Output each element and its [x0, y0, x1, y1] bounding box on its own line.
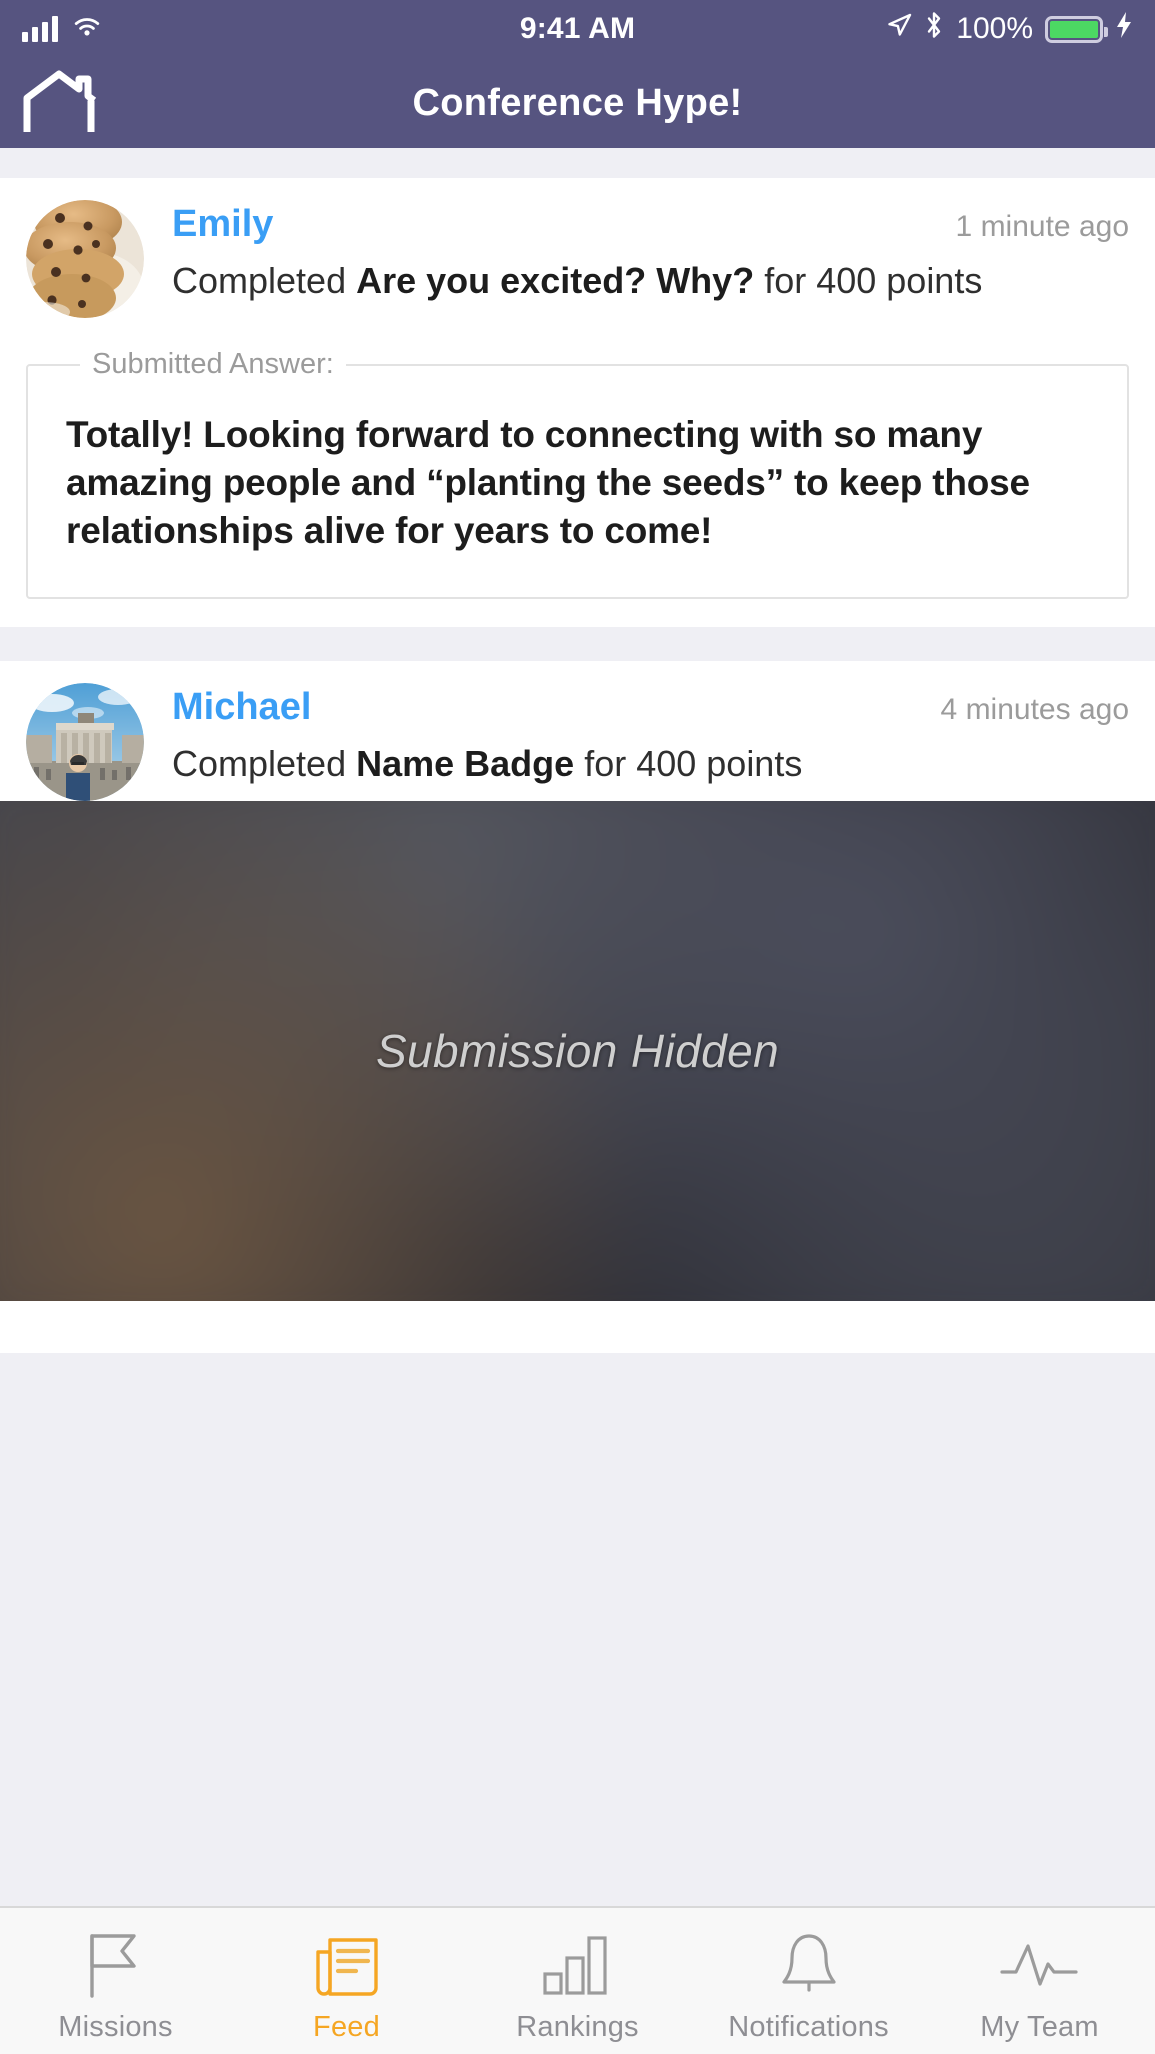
- post-header: Emily 1 minute ago Completed Are you exc…: [0, 178, 1155, 318]
- post-mission-name: Name Badge: [356, 743, 574, 784]
- status-bar-right: 100%: [886, 11, 1133, 47]
- post-meta: Michael 4 minutes ago: [172, 687, 1129, 729]
- post-username[interactable]: Michael: [172, 687, 311, 729]
- post-timestamp: 1 minute ago: [942, 210, 1129, 244]
- brandenburg-gate-photo-avatar: [26, 683, 144, 801]
- submitted-answer-legend: Submitted Answer:: [80, 348, 346, 381]
- tab-notifications[interactable]: Notifications: [693, 1908, 924, 2054]
- bluetooth-icon: [924, 11, 944, 47]
- avatar[interactable]: [26, 200, 144, 318]
- post-action-text: Completed Are you excited? Why? for 400 …: [172, 258, 1129, 304]
- tab-my-team[interactable]: My Team: [924, 1908, 1155, 2054]
- post-footer-spacer: [0, 1301, 1155, 1353]
- post-mission-name: Are you excited? Why?: [356, 260, 754, 301]
- tab-feed[interactable]: Feed: [231, 1908, 462, 2054]
- tab-label: Notifications: [728, 2011, 889, 2044]
- newspaper-icon: [314, 1929, 380, 2001]
- feed-post[interactable]: Emily 1 minute ago Completed Are you exc…: [0, 178, 1155, 627]
- tab-label: My Team: [980, 2011, 1099, 2044]
- battery-percent-label: 100%: [956, 12, 1033, 46]
- feed-top-spacer: [0, 148, 1155, 178]
- post-header: Michael 4 minutes ago Completed Name Bad…: [0, 661, 1155, 801]
- tab-label: Rankings: [516, 2011, 639, 2044]
- charging-bolt-icon: [1115, 11, 1133, 47]
- post-timestamp: 4 minutes ago: [927, 693, 1129, 727]
- wifi-icon: [72, 15, 102, 44]
- page-title: Conference Hype!: [0, 82, 1155, 125]
- submitted-answer-wrapper: Submitted Answer: Totally! Looking forwa…: [0, 318, 1155, 627]
- post-action-prefix: Completed: [172, 260, 356, 301]
- battery-icon: [1045, 16, 1103, 43]
- post-action-suffix: for 400 points: [754, 260, 982, 301]
- post-action-prefix: Completed: [172, 743, 356, 784]
- bar-chart-icon: [542, 1929, 614, 2001]
- feed-bottom-spacer: [0, 1353, 1155, 1906]
- submission-hidden-label: Submission Hidden: [376, 1024, 779, 1078]
- feed-post[interactable]: Michael 4 minutes ago Completed Name Bad…: [0, 661, 1155, 801]
- submitted-answer-box: Submitted Answer: Totally! Looking forwa…: [26, 348, 1129, 599]
- tab-label: Feed: [313, 2011, 380, 2044]
- feed-scroll-area[interactable]: Emily 1 minute ago Completed Are you exc…: [0, 148, 1155, 1906]
- tab-missions[interactable]: Missions: [0, 1908, 231, 2054]
- bell-icon: [778, 1929, 840, 2001]
- feed-post-separator: [0, 627, 1155, 661]
- location-arrow-icon: [886, 12, 912, 46]
- post-action-suffix: for 400 points: [574, 743, 802, 784]
- avatar[interactable]: [26, 683, 144, 801]
- cookies-photo-avatar: [26, 200, 144, 318]
- nav-bar: Conference Hype!: [0, 58, 1155, 148]
- submitted-answer-text: Totally! Looking forward to connecting w…: [66, 411, 1095, 555]
- post-meta: Emily 1 minute ago: [172, 204, 1129, 246]
- post-body: Michael 4 minutes ago Completed Name Bad…: [144, 683, 1129, 801]
- app-root: 9:41 AM 100%: [0, 0, 1155, 2054]
- tab-bar: Missions Feed Rankings: [0, 1906, 1155, 2054]
- post-username[interactable]: Emily: [172, 204, 273, 246]
- signal-bars-icon: [22, 16, 58, 42]
- post-action-text: Completed Name Badge for 400 points: [172, 741, 1129, 787]
- tab-label: Missions: [58, 2011, 172, 2044]
- home-icon: [22, 70, 96, 137]
- hidden-submission-photo[interactable]: Submission Hidden: [0, 801, 1155, 1301]
- home-button[interactable]: [22, 71, 96, 135]
- tab-rankings[interactable]: Rankings: [462, 1908, 693, 2054]
- flag-icon: [86, 1929, 146, 2001]
- status-bar-left: [22, 15, 102, 44]
- pulse-icon: [1000, 1929, 1080, 2001]
- post-body: Emily 1 minute ago Completed Are you exc…: [144, 200, 1129, 318]
- status-bar: 9:41 AM 100%: [0, 0, 1155, 58]
